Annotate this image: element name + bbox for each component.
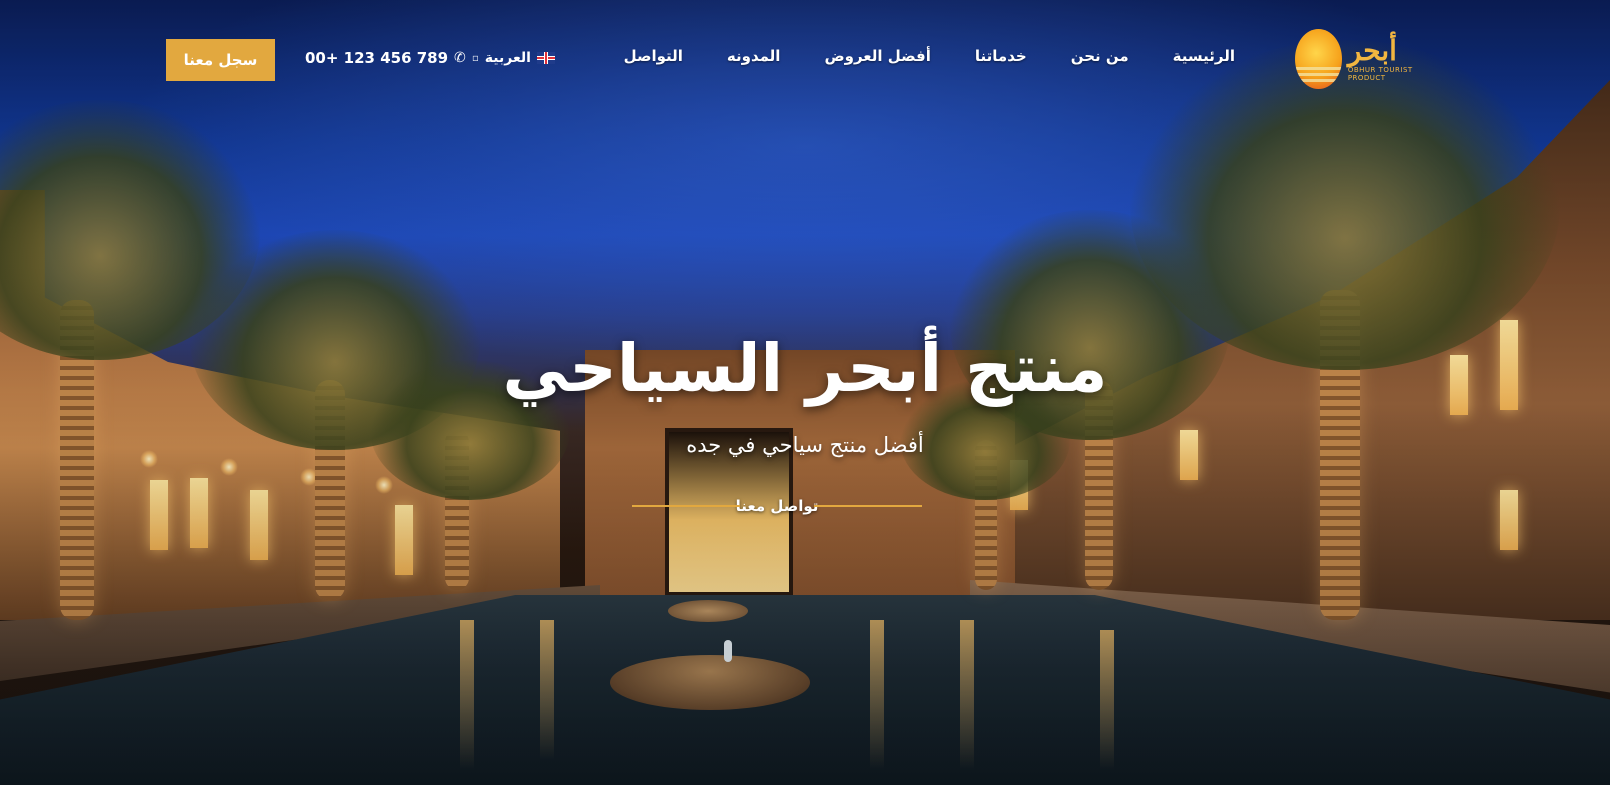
nav-item-offers[interactable]: أفضل العروض — [824, 47, 930, 71]
nav-item-about[interactable]: من نحن — [1071, 47, 1129, 71]
hero-subtitle: أفضل منتج سياحي في جده — [686, 433, 924, 457]
site-logo[interactable]: أبحر OBHUR TOURIST PRODUCT — [1295, 25, 1430, 93]
logo-english-text: OBHUR TOURIST PRODUCT — [1347, 66, 1413, 82]
phone-icon: ✆ — [454, 50, 466, 66]
main-menu: الرئيسية من نحن خدماتنا أفضل العروض المد… — [580, 47, 1235, 71]
sun-logo-icon — [1295, 29, 1342, 89]
hero-section: أبحر OBHUR TOURIST PRODUCT الرئيسية من ن… — [0, 0, 1610, 785]
register-button[interactable]: سجل معنا — [166, 39, 275, 81]
hero-title: منتج أبحر السياحي — [502, 330, 1108, 407]
phone-number: 00+ 123 456 789 — [305, 49, 449, 67]
cta-line-right — [814, 505, 922, 507]
nav-item-contact[interactable]: التواصل — [624, 47, 683, 71]
contact-us-button[interactable]: تواصل معنا — [632, 493, 922, 519]
cta-line-left — [632, 505, 740, 507]
chevron-down-icon: ▫ — [472, 52, 479, 64]
nav-item-services[interactable]: خدماتنا — [975, 47, 1027, 71]
nav-item-blog[interactable]: المدونه — [727, 47, 781, 71]
uk-flag-icon — [536, 52, 555, 64]
phone-contact[interactable]: 00+ 123 456 789 ✆ — [305, 49, 466, 67]
language-selector[interactable]: ▫ العربية — [472, 50, 555, 66]
logo-arabic-text: أبحر — [1347, 34, 1397, 67]
contact-us-label: تواصل معنا — [735, 497, 819, 515]
language-label: العربية — [484, 50, 531, 66]
logo-text: أبحر OBHUR TOURIST PRODUCT — [1347, 34, 1430, 83]
nav-item-home[interactable]: الرئيسية — [1173, 47, 1235, 71]
top-navigation: أبحر OBHUR TOURIST PRODUCT الرئيسية من ن… — [0, 0, 1610, 120]
